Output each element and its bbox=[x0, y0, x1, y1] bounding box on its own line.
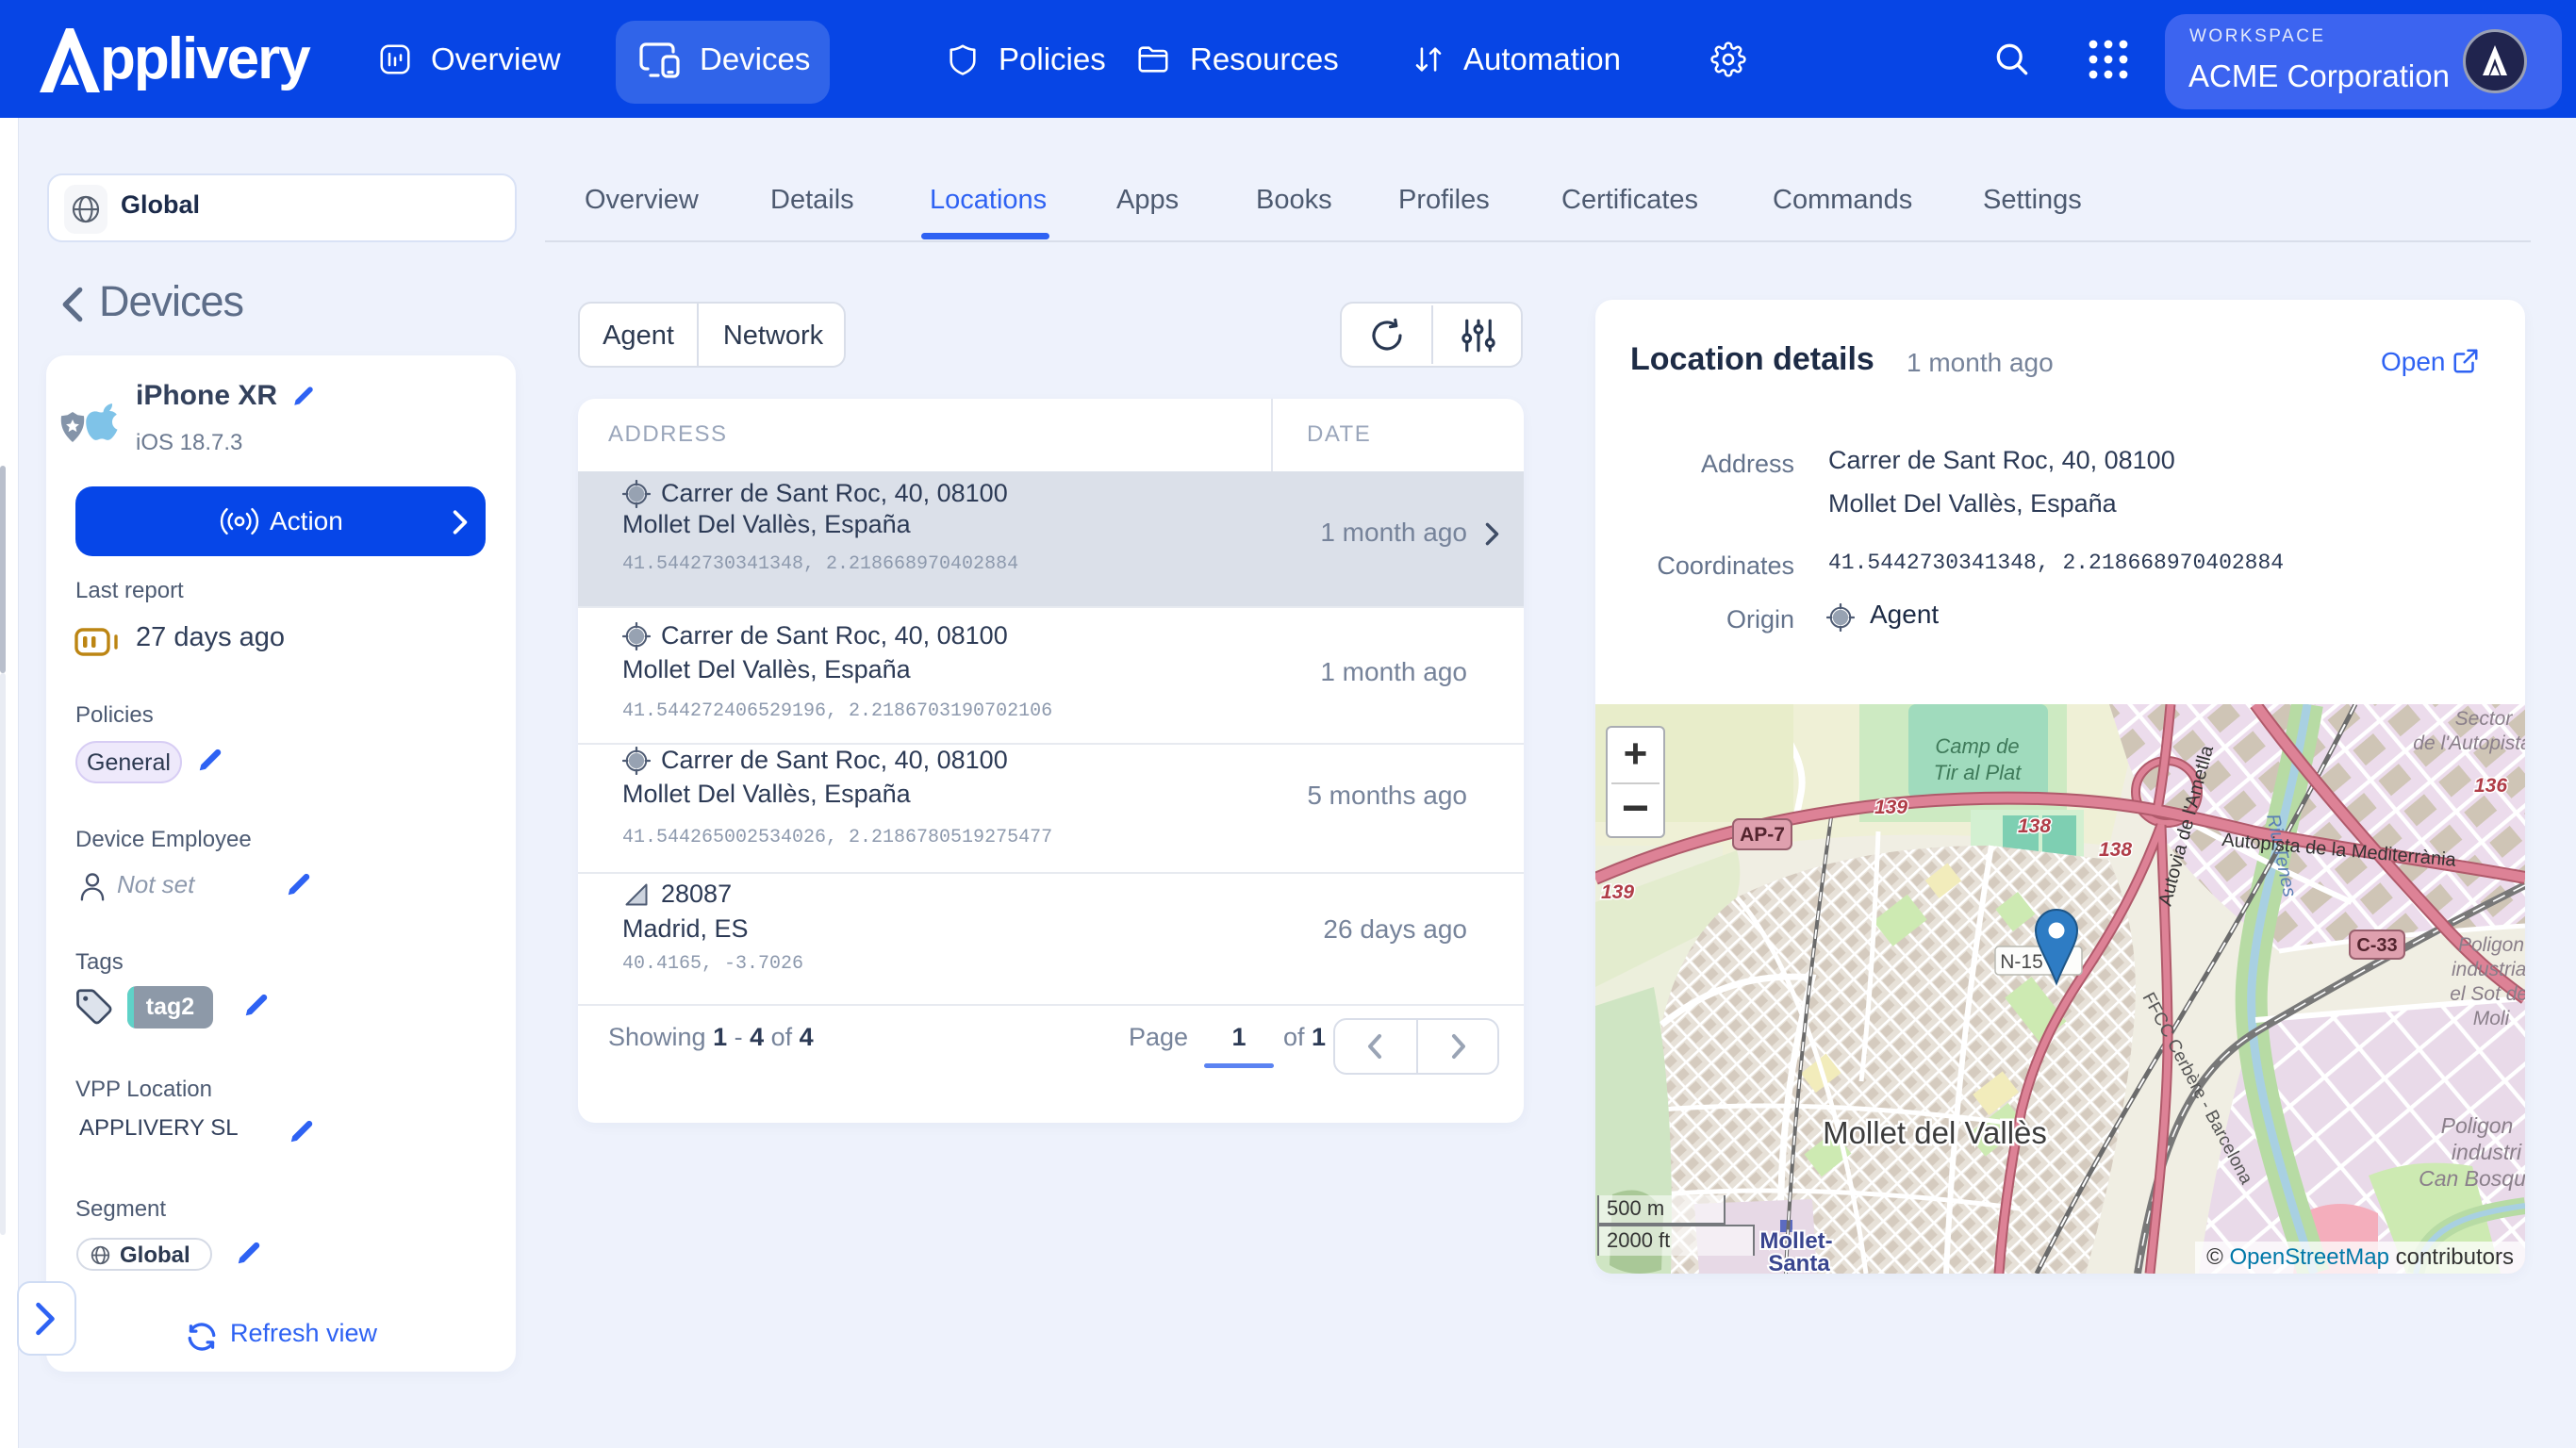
svg-text:Tir al Plat: Tir al Plat bbox=[1934, 761, 2023, 784]
svg-text:Moli: Moli bbox=[2473, 1008, 2511, 1029]
svg-text:pplivery: pplivery bbox=[100, 26, 311, 91]
svg-text:industri: industri bbox=[2452, 1140, 2522, 1164]
svg-text:139: 139 bbox=[1874, 797, 1907, 818]
svg-text:Sector: Sector bbox=[2455, 708, 2514, 730]
svg-text:de l'Autopista: de l'Autopista bbox=[2413, 732, 2525, 754]
svg-text:el Sot del: el Sot del bbox=[2450, 983, 2525, 1005]
svg-text:N-15: N-15 bbox=[2000, 951, 2043, 973]
svg-text:Santa: Santa bbox=[1768, 1251, 1830, 1274]
svg-text:138: 138 bbox=[2099, 839, 2132, 861]
svg-text:AP-7: AP-7 bbox=[1740, 824, 1785, 846]
svg-text:Poligon: Poligon bbox=[2458, 934, 2524, 956]
svg-text:Can Bosqu: Can Bosqu bbox=[2419, 1166, 2525, 1191]
svg-text:Poligon: Poligon bbox=[2441, 1113, 2514, 1138]
svg-text:138: 138 bbox=[2018, 815, 2051, 837]
svg-text:C-33: C-33 bbox=[2356, 935, 2397, 956]
svg-text:industrial: industrial bbox=[2452, 959, 2525, 980]
svg-text:139: 139 bbox=[1601, 881, 1634, 903]
svg-text:136: 136 bbox=[2474, 775, 2507, 797]
svg-text:Mollet-: Mollet- bbox=[1759, 1228, 1832, 1254]
svg-text:Mollet del Vallès: Mollet del Vallès bbox=[1823, 1115, 2047, 1150]
svg-text:Camp de: Camp de bbox=[1935, 734, 2019, 758]
